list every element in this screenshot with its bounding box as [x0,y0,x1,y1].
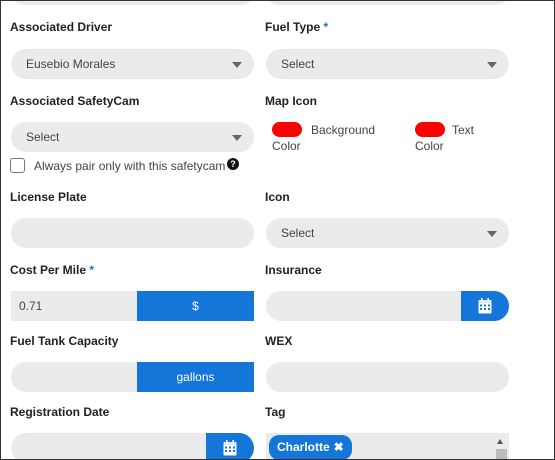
always-pair-label: Always pair only with this safetycam [34,159,226,173]
text-color-swatch[interactable] [415,122,445,137]
map-icon-label: Map Icon [265,94,318,108]
associated-driver-label: Associated Driver [10,20,113,34]
associated-driver-select[interactable]: Eusebio Morales [11,49,254,79]
form-panel: Associated Driver Eusebio Morales Fuel T… [0,0,555,460]
required-marker: * [323,20,329,34]
scrollbar-thumb[interactable] [496,449,507,459]
license-plate-label: License Plate [10,190,87,204]
icon-label: Icon [265,190,290,204]
text-color-label-2: Color [415,139,444,153]
text-color-label: Text [452,123,475,137]
chevron-down-icon [232,135,242,141]
fuel-tank-capacity-label: Fuel Tank Capacity [10,334,119,348]
license-plate-input[interactable] [11,218,254,248]
remove-tag-icon[interactable]: ✖ [334,435,344,459]
help-icon[interactable]: ? [227,158,239,170]
tag-chip-label: Charlotte [277,440,330,454]
fuel-type-select[interactable]: Select [266,49,509,79]
registration-calendar-button[interactable] [206,433,254,459]
cost-per-mile-label: Cost Per Mile * [10,263,95,277]
chevron-down-icon [232,62,242,68]
associated-safetycam-select[interactable]: Select [11,122,254,152]
calendar-icon [223,440,237,456]
associated-safetycam-value: Select [26,130,60,144]
fuel-type-value: Select [281,57,315,71]
previous-field-left[interactable] [11,1,254,5]
required-marker: * [89,263,95,277]
wex-input[interactable] [266,362,509,392]
tag-multiselect[interactable]: Charlotte ✖ [266,433,509,459]
cost-per-mile-input[interactable]: 0.71 [19,291,42,321]
chevron-down-icon [487,231,497,237]
tag-chip[interactable]: Charlotte ✖ [269,435,352,459]
currency-addon: $ [137,291,254,321]
insurance-input[interactable] [266,291,509,321]
insurance-label: Insurance [265,263,322,277]
icon-value: Select [281,226,315,240]
previous-field-right[interactable] [266,1,509,5]
tag-label: Tag [265,405,286,419]
background-color-label-2: Color [272,139,301,153]
scroll-up-arrow[interactable] [497,439,503,444]
chevron-down-icon [487,62,497,68]
background-color-swatch[interactable] [272,122,302,137]
calendar-icon [478,298,492,314]
background-color-label: Background [311,123,376,137]
associated-driver-value: Eusebio Morales [26,57,116,71]
gallons-addon: gallons [137,362,254,392]
registration-date-input[interactable] [11,433,254,459]
associated-safetycam-label: Associated SafetyCam [10,94,140,108]
fuel-tank-capacity-group: gallons [11,362,254,392]
insurance-calendar-button[interactable] [461,291,509,321]
fuel-type-label: Fuel Type * [265,20,329,34]
always-pair-checkbox[interactable] [10,158,25,173]
registration-date-label: Registration Date [10,405,110,419]
icon-select[interactable]: Select [266,218,509,248]
cost-per-mile-group: 0.71 $ [11,291,254,321]
wex-label: WEX [265,334,293,348]
